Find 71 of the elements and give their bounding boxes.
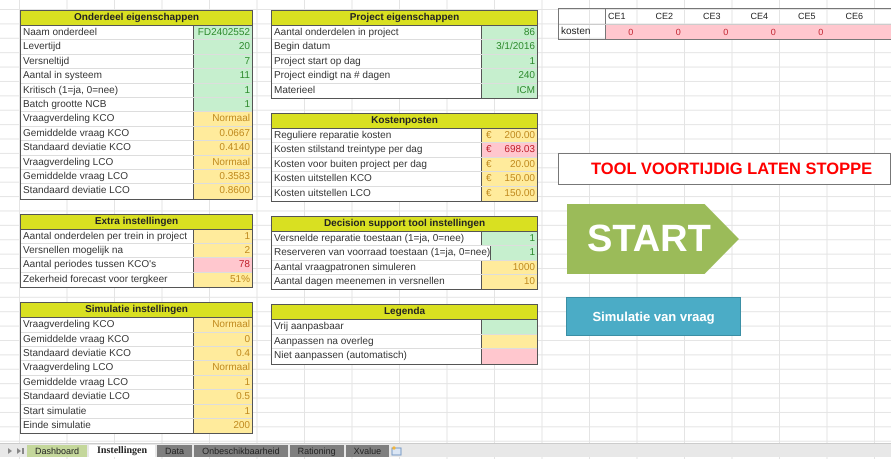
value-cell: 1: [194, 404, 252, 418]
first-sheet-icon[interactable]: [6, 446, 14, 454]
value-cell: 1: [194, 376, 252, 390]
sheet-tab[interactable]: Instellingen: [89, 444, 156, 456]
stop-banner[interactable]: TOOL VOORTIJDIG LATEN STOPPE: [558, 153, 891, 185]
value-cell: 0.4: [194, 347, 252, 360]
value-cell: 10: [482, 275, 537, 290]
value-cell: 200: [194, 418, 252, 434]
sheet-tab[interactable]: Xvalue: [346, 444, 390, 456]
value-cell: € 20.00: [482, 158, 537, 172]
column-header: CE3: [702, 10, 722, 23]
value-cell: Normaal: [194, 156, 252, 169]
value-cell: FD2402552: [194, 26, 252, 40]
column-header: CE4: [750, 10, 770, 23]
legend-swatch: [482, 349, 537, 364]
value-cell: 51%: [194, 272, 252, 288]
section-header: Project eigenschappen: [272, 11, 537, 26]
column-header: CE2: [654, 10, 674, 23]
value-cell: 0: [748, 24, 796, 39]
value-cell: 1: [482, 232, 537, 246]
value-cell: 1: [491, 246, 537, 260]
legend-swatch: [482, 334, 537, 348]
section-header: Onderdeel eigenschappen: [21, 11, 252, 26]
value-cell: ICM: [482, 84, 537, 98]
last-sheet-icon[interactable]: [16, 446, 25, 454]
column-header: CE6: [844, 10, 864, 23]
start-button[interactable]: START: [567, 204, 739, 274]
new-sheet-icon[interactable]: [391, 446, 404, 456]
value-cell: 0: [796, 24, 844, 39]
value-cell: 20: [194, 40, 252, 54]
legend-swatch: [482, 320, 537, 334]
value-cell: € 150.00: [482, 186, 537, 201]
value-cell: 0: [701, 24, 748, 39]
simulation-button[interactable]: Simulatie van vraag: [566, 297, 741, 336]
sheet-tab[interactable]: Data: [157, 444, 192, 456]
value-cell: 11: [194, 69, 252, 83]
value-cell: 0: [606, 24, 654, 39]
value-cell: 1000: [482, 260, 537, 274]
value-cell: 0.3583: [194, 170, 252, 184]
section-header: Legenda: [272, 305, 537, 320]
value-cell: 0: [194, 332, 252, 346]
value-cell: 86: [482, 26, 537, 40]
section-header: Extra instellingen: [21, 214, 252, 230]
value-cell: € 698.03: [482, 143, 537, 157]
value-cell: 240: [482, 69, 537, 83]
value-cell: € 150.00: [482, 172, 537, 186]
column-header: CE1: [607, 10, 627, 23]
value-cell: 1: [482, 54, 537, 68]
value-cell: 1: [194, 98, 252, 112]
value-cell: 0: [654, 24, 701, 39]
value-cell: 0.5: [194, 390, 252, 404]
value-cell: 1: [194, 84, 252, 97]
value-cell: € 200.00: [482, 128, 537, 142]
value-cell: 2: [194, 244, 252, 258]
value-cell: 0.0667: [194, 126, 252, 140]
value-cell: 0.8600: [194, 184, 252, 199]
value-cell: 3/1/2016: [482, 40, 537, 54]
value-cell: 78: [194, 258, 252, 272]
sheet-tab[interactable]: Rationing: [290, 444, 344, 456]
section-header: Kostenposten: [272, 114, 537, 129]
value-cell: 0.4140: [194, 141, 252, 155]
column-header: CE5: [797, 10, 817, 23]
value-cell: Normaal: [194, 361, 252, 375]
sheet-tab[interactable]: Onbeschikbaarheid: [194, 444, 288, 456]
value-cell: Normaal: [194, 318, 252, 332]
section-header: Decision support tool instellingen: [272, 216, 537, 232]
value-cell: 1: [194, 230, 252, 244]
value-cell: 7: [194, 54, 252, 68]
sheet-tab[interactable]: Dashboard: [27, 444, 88, 456]
value-cell: Normaal: [194, 112, 252, 126]
section-header: Simulatie instellingen: [21, 303, 252, 318]
